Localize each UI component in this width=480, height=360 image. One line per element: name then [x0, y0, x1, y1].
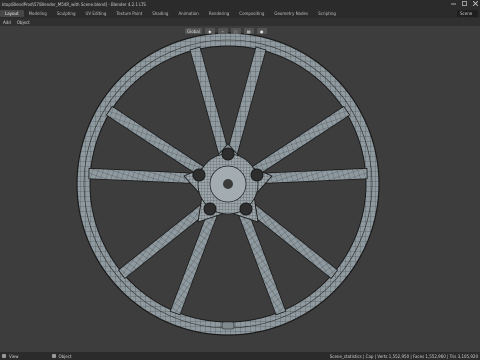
status-bar: View Object Scene_statistics | Cap | Ver… — [0, 352, 480, 360]
proportional-icon[interactable]: ○ — [230, 28, 241, 34]
tab-rendering[interactable]: Rendering — [204, 10, 234, 17]
workspace-tabs: Layout Modeling Sculpting UV Editing Tex… — [0, 9, 480, 18]
overlay-icon[interactable]: ▦ — [243, 28, 254, 34]
tab-geometry-nodes[interactable]: Geometry Nodes — [269, 10, 313, 17]
tab-texture-paint[interactable]: Texture Paint — [111, 10, 147, 17]
scene-selector[interactable]: Scene — [457, 10, 478, 17]
window-title: ktop\BlendProd\57\Blender_M54R_with Scen… — [2, 2, 146, 7]
object-icon — [51, 354, 56, 358]
mouse-icon — [2, 354, 6, 358]
transform-toolbar: Global ◆ ⌁ ○ ▦ ● — [185, 28, 267, 34]
pivot-icon[interactable]: ◆ — [204, 28, 215, 34]
close-icon[interactable] — [473, 1, 478, 6]
tab-modeling[interactable]: Modeling — [24, 10, 52, 17]
tab-sculpting[interactable]: Sculpting — [52, 10, 81, 17]
minimize-icon[interactable] — [451, 1, 456, 6]
scene-label: Scene — [460, 11, 473, 16]
viewport-3d[interactable] — [0, 26, 480, 352]
orientation-dropdown[interactable]: Global — [185, 28, 202, 34]
orientation-label: Global — [187, 28, 200, 34]
tab-layout[interactable]: Layout — [0, 10, 24, 17]
tab-scripting[interactable]: Scripting — [313, 10, 341, 17]
window-controls — [451, 1, 478, 6]
shading-solid-icon[interactable]: ● — [256, 28, 267, 34]
snap-icon[interactable]: ⌁ — [217, 28, 228, 34]
title-bar: ktop\BlendProd\57\Blender_M54R_with Scen… — [0, 0, 480, 9]
wheel-mesh — [76, 32, 380, 336]
tab-compositing[interactable]: Compositing — [234, 10, 269, 17]
tab-uv-editing[interactable]: UV Editing — [81, 10, 112, 17]
tab-shading[interactable]: Shading — [147, 10, 173, 17]
maximize-icon[interactable] — [462, 1, 467, 6]
status-view-label: View — [9, 353, 19, 359]
menu-add[interactable]: Add — [0, 20, 14, 25]
tab-animation[interactable]: Animation — [173, 10, 203, 17]
menu-object[interactable]: Object — [14, 20, 33, 25]
viewport-header: Add Object — [0, 18, 480, 26]
status-mode-label: Object — [58, 353, 72, 359]
scene-statistics: Scene_statistics | Cap | Verts 1,552,950… — [329, 353, 478, 359]
